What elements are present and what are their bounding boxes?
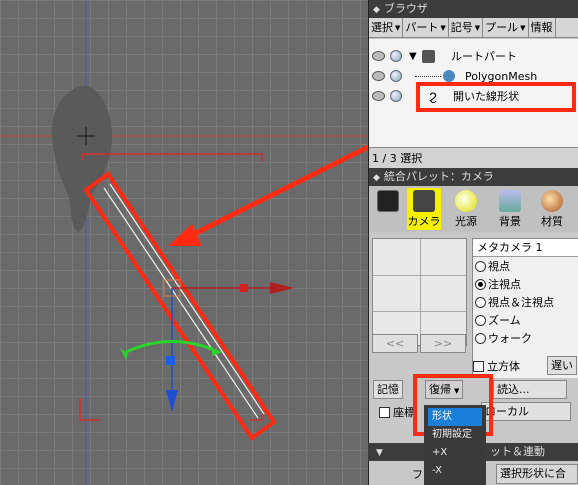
line-shape-highlight (83, 171, 277, 441)
option-viewpoint-target[interactable]: 視点＆注視点 (473, 293, 578, 311)
visibility-ball-icon[interactable] (390, 70, 402, 82)
option-walk[interactable]: ウォーク (473, 329, 578, 347)
material-icon (541, 190, 563, 212)
camera-preview[interactable] (372, 238, 467, 346)
memory-button[interactable]: 記憶 (373, 380, 403, 399)
radio-selected-icon (475, 278, 486, 290)
radio-icon (475, 332, 486, 344)
tab-part[interactable]: パート ▼ (403, 18, 449, 37)
mesh-icon (443, 70, 455, 82)
tab-select[interactable]: 選択 ▼ (369, 18, 404, 37)
next-camera-button[interactable]: >> (420, 334, 466, 353)
camera-name-field[interactable]: メタカメラ 1 (473, 239, 578, 257)
restore-dropdown-menu: 形状 初期設定 +X -X (424, 405, 486, 485)
eye-icon[interactable] (372, 91, 385, 101)
dropdown-icon: ▼ (395, 23, 401, 32)
collapse-icon[interactable]: ◆ (373, 169, 380, 187)
palette-toolbar: カメラ 光源 背景 材質 (369, 186, 578, 232)
fit-selection-button[interactable]: 選択形状に合 (496, 464, 578, 484)
viewport-scene (0, 0, 368, 485)
palette-title-bar[interactable]: ◆ 統合パレット：カメラ (369, 168, 578, 186)
tab-light[interactable]: 光源 (449, 188, 483, 230)
checkbox-icon[interactable] (473, 360, 484, 372)
background-icon (499, 190, 521, 212)
tree-label: ルートパート (451, 50, 517, 63)
load-button[interactable]: 読込... (493, 380, 567, 399)
browser-title-bar[interactable]: ◆ ブラウザ (369, 0, 578, 18)
menu-item-shape[interactable]: 形状 (428, 408, 482, 426)
checkbox-icon[interactable] (379, 406, 390, 418)
selection-status: 1 / 3 選択 (369, 147, 578, 168)
radio-icon (475, 314, 486, 326)
camera-icon (413, 190, 435, 212)
tab-info[interactable]: 情報 (529, 18, 556, 37)
collapse-icon[interactable]: ◆ (373, 1, 380, 19)
visibility-ball-icon[interactable] (390, 50, 402, 62)
tab-material[interactable]: 材質 (535, 188, 569, 230)
radio-icon (475, 296, 486, 308)
radio-icon (475, 260, 486, 272)
browser-tabs: 選択 ▼ パート ▼ 記号 ▼ プール ▼ 情報 (369, 18, 578, 38)
option-viewpoint[interactable]: 視点 (473, 257, 578, 275)
tab-camera[interactable]: カメラ (407, 188, 441, 230)
tree-label: PolygonMesh (465, 69, 538, 83)
expand-triangle-icon[interactable]: ▼ (409, 51, 417, 62)
visibility-ball-icon[interactable] (390, 90, 402, 102)
menu-item-plus-x[interactable]: +X (424, 444, 486, 462)
collapse-icon[interactable]: ▼ (376, 448, 383, 458)
dropdown-icon: ▼ (474, 23, 481, 32)
cube-checkbox-row[interactable]: 立方体 (473, 358, 520, 374)
eye-icon[interactable] (372, 51, 385, 61)
tree-row-root[interactable]: ▼ ルートパート (369, 45, 578, 67)
dropdown-icon: ▼ (440, 23, 446, 32)
tab-background[interactable]: 背景 (493, 188, 527, 230)
local-select[interactable]: ローカル (481, 402, 571, 421)
dropdown-icon: ▼ (520, 23, 526, 32)
tab-symbol[interactable]: 記号 ▼ (449, 18, 484, 37)
tab-pool[interactable]: プール ▼ (483, 18, 529, 37)
option-zoom[interactable]: ズーム (473, 311, 578, 329)
prev-camera-button[interactable]: << (372, 334, 418, 353)
light-icon (455, 190, 477, 212)
tree-item-highlight (416, 82, 576, 112)
root-part-icon (422, 49, 435, 63)
fit-prefix: フ (412, 468, 423, 481)
open-line-shape (103, 187, 259, 419)
menu-item-default[interactable]: 初期設定 (424, 426, 486, 444)
3d-viewport[interactable] (0, 0, 368, 485)
menu-item-minus-x[interactable]: -X (424, 462, 486, 480)
browser-title: ブラウザ (383, 2, 428, 15)
browser-panel: ◆ ブラウザ 選択 ▼ パート ▼ 記号 ▼ プール ▼ 情報 ▼ ルートパート Poly… (368, 0, 578, 168)
option-target[interactable]: 注視点 (473, 275, 578, 293)
camera-view-icon (377, 190, 399, 212)
eye-icon[interactable] (372, 71, 385, 81)
speed-button[interactable]: 遅い (547, 356, 577, 375)
camera-render-button[interactable] (371, 188, 405, 230)
coords-checkbox-row[interactable]: 座標 (379, 404, 415, 420)
palette-title: 統合パレット：カメラ (383, 170, 494, 183)
